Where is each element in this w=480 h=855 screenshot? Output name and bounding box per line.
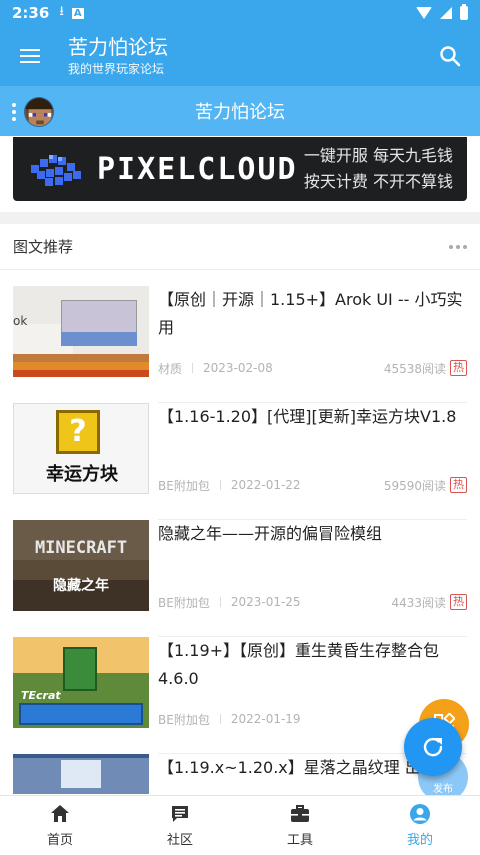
banner-line-1: 一键开服 每天九毛钱 [303, 146, 453, 165]
nav-community-label: 社区 [166, 833, 193, 848]
wifi-icon [416, 7, 432, 19]
post-date: 2022-01-22 [230, 478, 301, 492]
list-item[interactable]: ok 【原创｜开源｜1.15+】Arok UI -- 小巧实用 材质 2023-… [0, 286, 480, 403]
thumb-subtext: 隐藏之年 [53, 578, 109, 594]
toolbox-icon [291, 805, 309, 822]
post-views: 4433阅读 [391, 595, 446, 610]
post-date: 2022-01-19 [230, 712, 301, 726]
refresh-icon [423, 737, 443, 757]
nav-mine[interactable]: 我的 [360, 796, 480, 855]
more-horizontal-icon[interactable] [449, 244, 467, 249]
publish-label: 发布 [433, 784, 453, 795]
post-thumbnail: TEcrat [13, 637, 149, 728]
nav-tools-label: 工具 [286, 833, 313, 848]
user-icon [410, 804, 430, 824]
post-date: 2023-01-25 [230, 595, 301, 609]
post-views: 45538阅读 [383, 361, 446, 376]
post-date: 2023-02-08 [203, 361, 273, 375]
section-gap [0, 212, 480, 224]
forum-title: 苦力怕论坛 [195, 102, 285, 123]
nav-mine-label: 我的 [406, 833, 433, 848]
post-meta: BE附加包 2022-01-22 59590阅读 热 [158, 475, 467, 495]
post-meta: BE附加包 2023-01-25 4433阅读 热 [158, 592, 467, 612]
nav-community[interactable]: 社区 [120, 796, 240, 855]
pixelcloud-logo-icon [31, 155, 81, 186]
post-thumbnail: ok [13, 286, 149, 377]
post-thumbnail: ? 幸运方块 [13, 403, 149, 494]
post-meta: 材质 2023-02-08 45538阅读 热 [158, 358, 467, 378]
nav-home[interactable]: 首页 [0, 796, 120, 855]
thumb-text: 幸运方块 [46, 464, 118, 485]
nav-home-label: 首页 [46, 833, 73, 848]
signal-icon [440, 7, 452, 19]
list-item[interactable]: MINECRAFT 隐藏之年 隐藏之年——开源的偏冒险模组 BE附加包 2023… [0, 520, 480, 637]
bottom-nav: 首页 社区 工具 我的 [0, 795, 480, 855]
post-thumbnail [13, 754, 149, 794]
post-thumbnail: MINECRAFT 隐藏之年 [13, 520, 149, 611]
app-bar: 苦力怕论坛 我的世界玩家论坛 [0, 26, 480, 86]
thumb-text: TEcrat [21, 689, 61, 702]
post-title[interactable]: 隐藏之年——开源的偏冒险模组 [158, 520, 470, 548]
post-title[interactable]: 【1.16-1.20】[代理][更新]幸运方块V1.8 [158, 403, 470, 431]
home-icon [51, 805, 69, 822]
section-title: 图文推荐 [13, 238, 74, 256]
menu-icon[interactable] [0, 26, 60, 86]
app-notification-icon: A [71, 7, 84, 19]
search-icon[interactable] [438, 44, 462, 68]
forum-header-bar: 苦力怕论坛 [0, 86, 480, 136]
post-views: 59590阅读 [383, 478, 446, 493]
hot-badge: 热 [450, 360, 467, 376]
section-header: 图文推荐 [0, 224, 480, 270]
status-time: 2:36 [12, 4, 50, 22]
banner-brand: PIXELCLOUD [97, 151, 298, 187]
status-bar: 2:36 ⭳ A [0, 0, 480, 26]
post-title[interactable]: 【原创｜开源｜1.15+】Arok UI -- 小巧实用 [158, 286, 470, 342]
list-item[interactable]: ? 幸运方块 【1.16-1.20】[代理][更新]幸运方块V1.8 BE附加包… [0, 403, 480, 520]
banner-line-2: 按天计费 不开不算钱 [303, 172, 453, 191]
ad-banner[interactable]: PIXELCLOUD 一键开服 每天九毛钱 按天计费 不开不算钱 [13, 137, 467, 201]
avatar[interactable] [24, 97, 54, 127]
post-title[interactable]: 【1.19+】【原创】重生黄昏生存整合包4.6.0 [158, 637, 470, 693]
app-title: 苦力怕论坛 [68, 35, 168, 59]
nav-tools[interactable]: 工具 [240, 796, 360, 855]
thumb-text: MINECRAFT [34, 538, 128, 558]
download-icon: ⭳ [59, 4, 64, 19]
hot-badge: 热 [450, 477, 467, 493]
post-category: BE附加包 [158, 595, 210, 610]
app-subtitle: 我的世界玩家论坛 [68, 62, 165, 76]
battery-icon [460, 4, 468, 20]
refresh-button[interactable] [404, 718, 462, 776]
post-category: 材质 [158, 361, 183, 376]
post-category: BE附加包 [158, 712, 210, 727]
chat-icon [172, 806, 188, 822]
post-category: BE附加包 [158, 478, 210, 493]
more-vertical-icon[interactable] [12, 103, 16, 121]
hot-badge: 热 [450, 594, 467, 610]
